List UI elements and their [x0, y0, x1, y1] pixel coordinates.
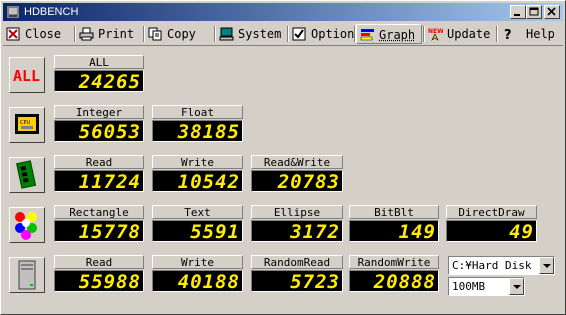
- option-checkbox-icon: [292, 27, 306, 41]
- minimize-button[interactable]: [510, 5, 526, 19]
- print-label: Print: [98, 27, 135, 41]
- svg-text:ALL: ALL: [13, 67, 40, 85]
- drive-select[interactable]: C:¥Hard Disk: [448, 256, 555, 275]
- all-icon: ALL: [13, 67, 40, 85]
- drive-category-button[interactable]: [9, 257, 45, 293]
- toolbar: Close Print Copy System Option Graph NEW…: [3, 23, 563, 46]
- drive-select-arrow-icon[interactable]: [539, 257, 554, 274]
- size-select[interactable]: 100MB: [448, 277, 525, 296]
- svg-text:?: ?: [504, 28, 512, 41]
- graph-icon: [360, 29, 374, 41]
- graph-label: Graph: [379, 28, 416, 42]
- minimize-icon: [514, 14, 520, 16]
- print-icon: [79, 27, 94, 41]
- float-value: 38185: [152, 120, 243, 143]
- memory-readwrite-value: 20783: [251, 170, 343, 193]
- option-menu-button[interactable]: Option: [289, 24, 355, 44]
- close-label: Close: [25, 27, 62, 41]
- text-label: Text: [152, 205, 243, 219]
- close-window-button[interactable]: [544, 5, 560, 19]
- memory-category-button[interactable]: [9, 157, 45, 193]
- memory-write-label: Write: [152, 155, 243, 169]
- drive-read-value: 55988: [54, 270, 144, 293]
- all-category-button[interactable]: ALL: [9, 57, 45, 93]
- system-menu-button[interactable]: System: [216, 24, 286, 44]
- text-value: 5591: [152, 220, 243, 243]
- option-label: Option: [311, 27, 355, 41]
- system-icon: [219, 27, 234, 41]
- copy-icon: [148, 27, 162, 41]
- window-title: HDBENCH: [24, 6, 79, 18]
- size-select-arrow-icon[interactable]: [509, 278, 524, 295]
- graph-menu-button[interactable]: Graph: [356, 24, 422, 44]
- update-icon: NEW: [428, 28, 443, 41]
- rectangle-value: 15778: [54, 220, 144, 243]
- help-icon: ?: [504, 28, 512, 41]
- drive-write-label: Write: [152, 255, 243, 269]
- maximize-icon: [529, 7, 539, 16]
- memory-write-value: 10542: [152, 170, 243, 193]
- randomwrite-value: 20888: [349, 270, 439, 293]
- help-label: Help: [526, 27, 555, 41]
- drive-icon: [18, 260, 36, 290]
- bitblt-label: BitBlt: [349, 205, 439, 219]
- drive-select-value: C:¥Hard Disk: [452, 259, 532, 272]
- close-x-icon: [547, 7, 556, 16]
- update-menu-button[interactable]: NEW Update: [425, 24, 495, 44]
- drive-write-value: 40188: [152, 270, 243, 293]
- rectangle-label: Rectangle: [54, 205, 144, 219]
- video-category-button[interactable]: [9, 207, 45, 243]
- copy-label: Copy: [167, 27, 196, 41]
- randomwrite-label: RandomWrite: [349, 255, 439, 269]
- directdraw-value: 49: [446, 220, 537, 243]
- video-icon: [15, 212, 37, 240]
- close-menu-button[interactable]: Close: [3, 24, 73, 44]
- system-label: System: [238, 27, 282, 41]
- copy-menu-button[interactable]: Copy: [145, 24, 213, 44]
- integer-value: 56053: [54, 120, 144, 143]
- randomread-value: 5723: [251, 270, 343, 293]
- help-menu-button[interactable]: ? Help: [498, 24, 560, 44]
- directdraw-label: DirectDraw: [446, 205, 537, 219]
- integer-label: Integer: [54, 105, 144, 119]
- cpu-category-button[interactable]: CPU: [9, 107, 45, 143]
- cpu-icon: CPU: [15, 114, 39, 134]
- svg-text:NEW: NEW: [428, 28, 443, 35]
- float-label: Float: [152, 105, 243, 119]
- app-window: HDBENCH Close Print Copy System Option G…: [0, 0, 566, 315]
- drive-read-label: Read: [54, 255, 144, 269]
- memory-icon: [16, 160, 37, 189]
- ellipse-value: 3172: [251, 220, 343, 243]
- title-bar[interactable]: HDBENCH: [3, 3, 563, 21]
- all-label: ALL: [54, 55, 144, 69]
- all-value: 24265: [54, 70, 144, 93]
- print-menu-button[interactable]: Print: [76, 24, 142, 44]
- bitblt-value: 149: [349, 220, 439, 243]
- ellipse-label: Ellipse: [251, 205, 343, 219]
- memory-readwrite-label: Read&Write: [251, 155, 343, 169]
- maximize-button[interactable]: [526, 5, 542, 19]
- update-label: Update: [447, 27, 491, 41]
- memory-read-label: Read: [54, 155, 144, 169]
- memory-read-value: 11724: [54, 170, 144, 193]
- randomread-label: RandomRead: [251, 255, 343, 269]
- app-icon: [7, 6, 19, 18]
- svg-text:CPU: CPU: [20, 120, 31, 126]
- size-select-value: 100MB: [452, 280, 486, 293]
- close-icon: [6, 27, 20, 41]
